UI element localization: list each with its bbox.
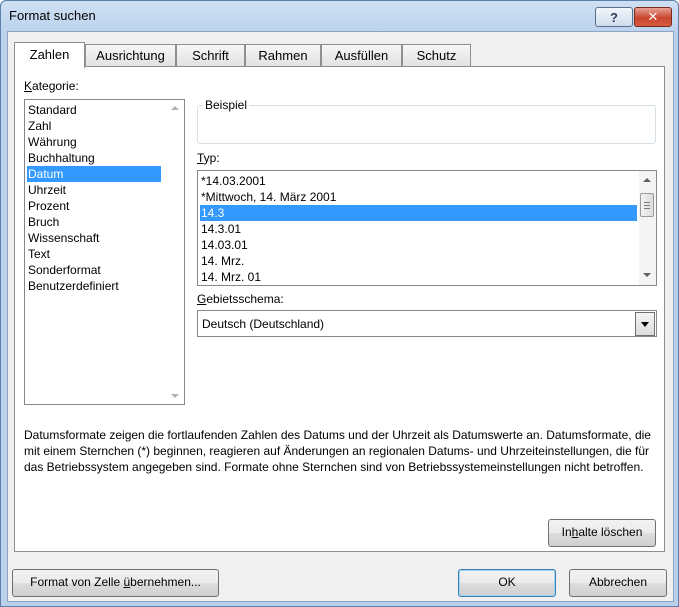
tab-label: Schutz bbox=[416, 48, 457, 63]
list-item[interactable]: Prozent bbox=[27, 198, 161, 214]
question-icon: ? bbox=[610, 9, 618, 25]
type-label: Typ: bbox=[197, 151, 220, 165]
locale-label: Gebietsschema: bbox=[197, 292, 284, 306]
tab-label: Rahmen bbox=[258, 48, 308, 63]
list-item[interactable]: Bruch bbox=[27, 214, 161, 230]
close-icon: ✕ bbox=[647, 9, 659, 24]
list-item[interactable]: 14. Mrz. 01 bbox=[200, 269, 637, 285]
ok-button[interactable]: OK bbox=[458, 569, 556, 597]
title-bar[interactable]: Format suchen ? ✕ bbox=[1, 1, 678, 31]
list-item[interactable]: Zahl bbox=[27, 118, 161, 134]
list-item[interactable]: Standard bbox=[27, 102, 161, 118]
tab-label: Zahlen bbox=[29, 47, 70, 62]
locale-dropdown-button[interactable] bbox=[635, 312, 655, 336]
type-label-text: yp: bbox=[203, 151, 220, 165]
scroll-thumb[interactable] bbox=[640, 193, 654, 217]
list-item-selected[interactable]: 14.3 bbox=[200, 205, 637, 221]
locale-label-accesskey: G bbox=[197, 292, 207, 306]
list-item[interactable]: Uhrzeit bbox=[27, 182, 161, 198]
grip-line bbox=[644, 205, 650, 206]
type-label-accesskey: T bbox=[197, 151, 204, 165]
list-item[interactable]: Buchhaltung bbox=[27, 150, 161, 166]
category-listbox[interactable]: Standard Zahl Währung Buchhaltung Datum … bbox=[24, 99, 185, 405]
chevron-down-icon bbox=[641, 322, 649, 327]
sample-label: Beispiel bbox=[203, 98, 250, 112]
list-item[interactable]: Wissenschaft bbox=[27, 230, 161, 246]
use-cell-format-button[interactable]: Format von Zelle übernehmen... bbox=[12, 569, 219, 597]
type-scrollbar[interactable] bbox=[639, 171, 656, 285]
category-label-accesskey: K bbox=[24, 79, 33, 93]
dialog-client: Ausrichtung Schrift Rahmen Ausfüllen Sch… bbox=[7, 31, 674, 602]
cancel-button[interactable]: Abbrechen bbox=[569, 569, 667, 597]
scroll-down-arrow-icon[interactable] bbox=[171, 394, 179, 398]
scroll-up-arrow-icon[interactable] bbox=[643, 178, 651, 182]
tab-schrift[interactable]: Schrift bbox=[176, 44, 245, 66]
help-button[interactable]: ? bbox=[595, 7, 633, 27]
tab-schutz[interactable]: Schutz bbox=[402, 44, 471, 66]
category-label: Kategorie: bbox=[24, 79, 79, 93]
close-button[interactable]: ✕ bbox=[634, 7, 672, 27]
list-item[interactable]: Sonderformat bbox=[27, 262, 161, 278]
scroll-up-arrow-icon[interactable] bbox=[171, 106, 179, 110]
window-title: Format suchen bbox=[9, 8, 96, 23]
list-item[interactable]: *14.03.2001 bbox=[200, 173, 637, 189]
format-description: Datumsformate zeigen die fortlaufenden Z… bbox=[24, 428, 651, 474]
scroll-down-arrow-icon[interactable] bbox=[643, 273, 651, 277]
tab-panel-zahlen: Kategorie: Standard Zahl Währung Buchhal… bbox=[14, 66, 665, 552]
button-text: bernehmen... bbox=[130, 575, 201, 589]
clear-contents-button[interactable]: Inhalte löschen bbox=[548, 519, 656, 547]
locale-label-text: ebietsschema: bbox=[206, 292, 284, 306]
list-item[interactable]: 14.03.01 bbox=[200, 237, 637, 253]
tab-ausrichtung[interactable]: Ausrichtung bbox=[85, 44, 176, 66]
list-item-selected[interactable]: Datum bbox=[27, 166, 161, 182]
list-item[interactable]: Währung bbox=[27, 134, 161, 150]
list-item[interactable]: 14. Mrz. bbox=[200, 253, 637, 269]
category-scrollbar[interactable] bbox=[167, 100, 184, 404]
tab-rahmen[interactable]: Rahmen bbox=[245, 44, 321, 66]
locale-dropdown[interactable]: Deutsch (Deutschland) bbox=[197, 310, 657, 337]
button-text: Format von Zelle bbox=[30, 575, 124, 589]
list-item[interactable]: 14.3.01 bbox=[200, 221, 637, 237]
dialog-window: Format suchen ? ✕ Ausrichtung Schrift Ra… bbox=[0, 0, 679, 607]
tab-zahlen[interactable]: Zahlen bbox=[14, 42, 85, 68]
category-label-text: ategorie: bbox=[32, 79, 79, 93]
button-text: alte löschen bbox=[578, 525, 643, 539]
locale-selected-value: Deutsch (Deutschland) bbox=[202, 317, 325, 331]
type-listbox[interactable]: *14.03.2001 *Mittwoch, 14. März 2001 14.… bbox=[197, 170, 657, 286]
tab-label: Ausfüllen bbox=[334, 48, 389, 63]
grip-line bbox=[644, 208, 650, 209]
list-item[interactable]: Text bbox=[27, 246, 161, 262]
sample-groupbox bbox=[197, 105, 656, 144]
tab-ausfuellen[interactable]: Ausfüllen bbox=[321, 44, 402, 66]
list-item[interactable]: Benutzerdefiniert bbox=[27, 278, 161, 294]
tab-label: Schrift bbox=[192, 48, 229, 63]
button-text: In bbox=[561, 525, 572, 539]
tab-label: Ausrichtung bbox=[96, 48, 165, 63]
grip-line bbox=[644, 202, 650, 203]
list-item[interactable]: *Mittwoch, 14. März 2001 bbox=[200, 189, 637, 205]
